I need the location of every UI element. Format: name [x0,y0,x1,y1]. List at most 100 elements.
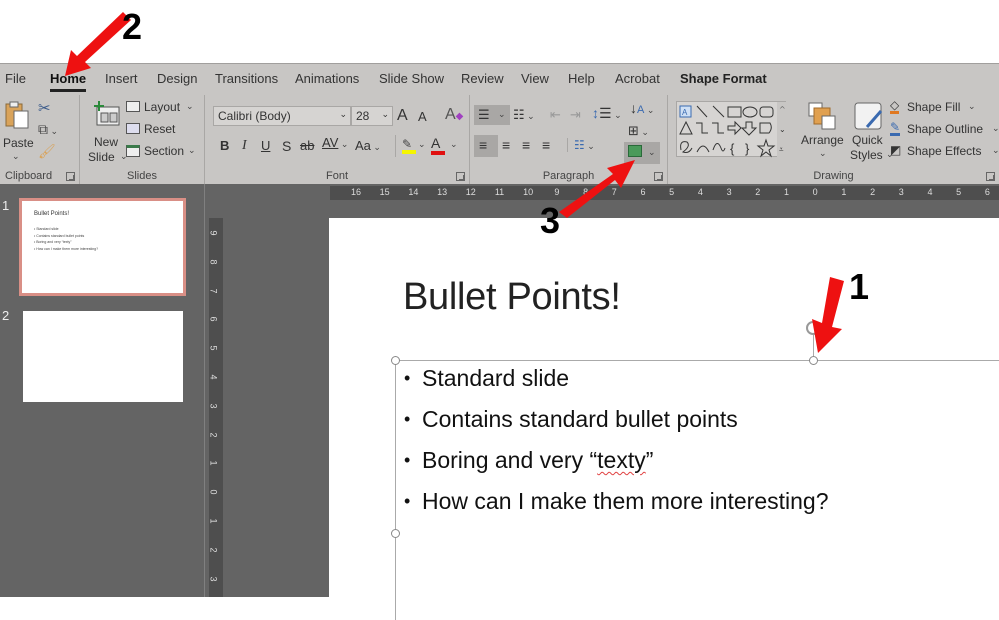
content-placeholder[interactable]: • Standard slide • Contains standard bulle… [391,321,999,620]
tab-view[interactable]: View [521,71,549,86]
numbering-button[interactable]: ☷ ⌄ [513,107,535,123]
font-label: Font [325,170,348,182]
ruler-tick-label: 8 [208,259,219,265]
svg-text:{: { [730,141,735,156]
align-left-icon: ≡ [479,137,488,153]
reset-label: Reset [144,122,176,136]
bold-button[interactable]: B [220,138,229,153]
clear-formatting-button[interactable]: A◆ [445,106,463,124]
annotation-label-2: 2 [122,6,143,47]
tab-design[interactable]: Design [157,71,197,86]
slides-group: New Slide ⌄ Layout ⌄ Reset Section ⌄ Sli… [80,95,205,185]
svg-text:A: A [682,108,688,117]
columns-button[interactable]: ☷ ⌄ [567,138,595,152]
ruler-tick-label: 1 [208,460,219,466]
decrease-indent-button[interactable]: ⇤ [550,107,561,123]
resize-handle-top-center[interactable] [809,356,818,365]
justify-button[interactable]: ≡ [542,137,550,153]
ruler-tick-label: 4 [927,187,933,197]
ruler-tick-label: 0 [208,489,219,495]
bullet-dot-icon: • [404,368,411,388]
shape-fill-label: Shape Fill [907,100,961,114]
ruler-tick-label: 2 [208,547,219,553]
paragraph-dialog-launcher-icon[interactable] [654,172,663,181]
font-name-select[interactable]: Calibri (Body) ⌄ [213,106,351,126]
font-color-button[interactable]: A ⌄ [431,135,461,157]
tab-animations[interactable]: Animations [295,71,359,86]
bullets-button[interactable]: ☰ ⌄ [474,105,510,125]
chevron-down-icon: ⌄ [381,109,389,119]
bullet-item[interactable]: • Boring and very “texty” [404,447,829,488]
ruler-tick-label: 6 [640,187,646,197]
align-right-button[interactable]: ≡ [522,137,530,153]
layout-icon [126,101,140,112]
quick-styles-button[interactable]: Quick Styles ⌄ [848,101,894,163]
spelling-error-word[interactable]: texty [597,447,646,473]
annotation-label-3: 3 [540,200,561,241]
change-case-button[interactable]: Aa ⌄ [355,138,381,153]
new-slide-label-line2: Slide [88,150,115,164]
section-label: Section [144,144,185,158]
paste-button[interactable]: Paste ⌄ [0,99,34,161]
shape-effects-button[interactable]: ◩ Shape Effects ⌄ [890,143,999,161]
ruler-tick-label: 4 [697,187,703,197]
strikethrough-button[interactable]: ab [300,138,314,153]
bullet-item[interactable]: • Contains standard bullet points [404,406,829,447]
shape-fill-button[interactable]: ◇ Shape Fill ⌄ [890,99,999,117]
ruler-tick-label: 11 [494,187,505,197]
arrange-icon [808,102,836,130]
tab-transitions[interactable]: Transitions [215,71,278,86]
align-left-button[interactable]: ≡ [474,135,498,157]
ruler-tick-label: 15 [379,187,390,197]
increase-indent-button[interactable]: ⇥ [570,107,581,123]
tab-slide-show[interactable]: Slide Show [379,71,444,86]
bullet-item[interactable]: • How can I make them more interesting? [404,488,829,529]
grow-font-button[interactable]: A [397,107,408,125]
tab-file[interactable]: File [5,71,26,86]
slide-canvas[interactable]: Bullet Points! • Standard slide • Contains… [329,218,999,620]
bullet-dot-icon: • [404,409,411,429]
new-slide-button[interactable]: New Slide ⌄ [88,99,128,164]
shapes-gallery[interactable]: A { } ^ ⌄ ⩡ [676,101,787,158]
format-painter-icon[interactable]: 🖌 [38,143,56,160]
font-dialog-launcher-icon[interactable] [456,172,465,181]
tab-acrobat[interactable]: Acrobat [615,71,660,86]
shadow-button[interactable]: S [282,138,291,154]
align-center-button[interactable]: ≡ [502,137,510,153]
ruler-tick-label: 2 [208,432,219,438]
font-size-value: 28 [356,109,370,123]
thumbnail-bullet: • How can I make them more interesting? [34,246,99,251]
highlight-color-button[interactable]: ✎ ⌄ [395,135,426,157]
scissors-icon[interactable]: ✂ [38,99,51,117]
character-spacing-label: AV [322,135,339,150]
bullet-item[interactable]: • Standard slide [404,365,829,406]
font-size-select[interactable]: 28 ⌄ [351,106,393,126]
tab-review[interactable]: Review [461,71,504,86]
copy-icon[interactable]: ⧉ ⌄ [38,121,58,138]
ruler-tick-label: 5 [208,345,219,351]
underline-button[interactable]: U [261,138,270,153]
resize-handle-middle-left[interactable] [391,529,400,538]
slide-thumbnail-2[interactable] [23,311,183,402]
character-spacing-button[interactable]: AV ⌄ [322,135,348,150]
ruler-tick-label: 6 [208,316,219,322]
shape-effects-label: Shape Effects [907,144,982,158]
thumbnail-bullets: • Standard slide • Contains standard bul… [34,226,98,252]
arrange-button[interactable]: Arrange ⌄ [801,101,845,163]
ruler-tick-label: 4 [208,374,219,380]
italic-button[interactable]: I [242,138,247,154]
font-color-swatch [431,151,445,155]
shape-outline-button[interactable]: ✎ Shape Outline ⌄ [890,121,999,139]
text-direction-icon[interactable]: ↓A ⌄ [630,100,654,116]
tab-shape-format[interactable]: Shape Format [680,71,767,86]
chevron-down-icon: ⌄ [12,151,20,161]
shrink-font-button[interactable]: A [418,109,427,124]
line-spacing-button[interactable]: ↕☰ ⌄ [592,105,622,122]
clipboard-dialog-launcher-icon[interactable] [66,172,75,181]
slide-thumbnail-1[interactable]: Bullet Points! • Standard slide • Contai… [19,198,186,296]
tab-help[interactable]: Help [568,71,595,86]
slide-title[interactable]: Bullet Points! [403,276,621,319]
resize-handle-top-left[interactable] [391,356,400,365]
align-text-icon[interactable]: ⊞ ⌄ [628,123,649,139]
drawing-dialog-launcher-icon[interactable] [986,172,995,181]
